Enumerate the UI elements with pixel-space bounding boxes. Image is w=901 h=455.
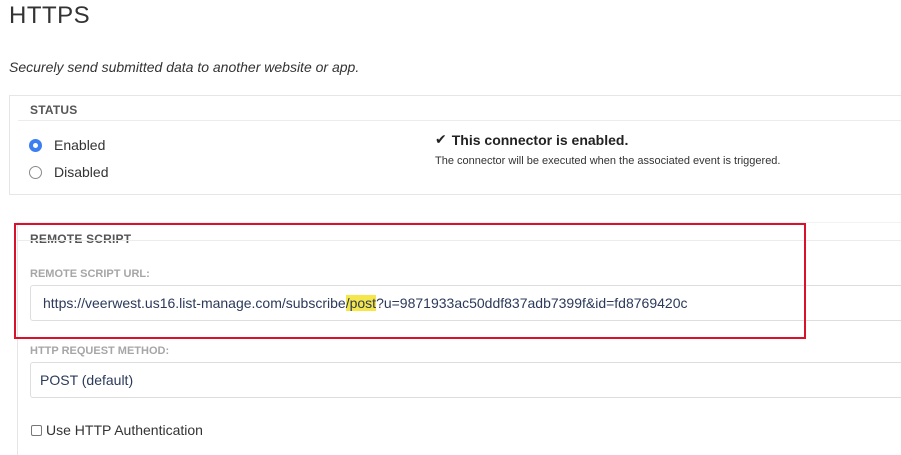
enabled-radio[interactable]	[29, 138, 42, 152]
http-auth-label: Use HTTP Authentication	[46, 422, 203, 438]
status-divider	[18, 120, 901, 121]
remote-script-url-label: REMOTE SCRIPT URL:	[30, 268, 150, 280]
url-text-after: ?u=9871933ac50ddf837adb7399f&id=fd876942…	[376, 295, 688, 311]
http-auth-checkbox[interactable]	[31, 424, 42, 436]
http-auth-option[interactable]: Use HTTP Authentication	[31, 422, 203, 438]
remote-script-legend: REMOTE SCRIPT	[30, 232, 132, 246]
remote-script-fieldset	[17, 222, 901, 455]
enabled-radio-label: Enabled	[54, 137, 106, 153]
http-request-method-select[interactable]: POST (default)	[30, 362, 901, 398]
remote-script-url-input[interactable]: https://veerwest.us16.list-manage.com/su…	[30, 285, 901, 321]
status-option-disabled[interactable]: Disabled	[29, 164, 108, 180]
remote-script-divider	[18, 240, 901, 241]
http-request-method-value: POST (default)	[40, 372, 134, 388]
page-subtitle: Securely send submitted data to another …	[9, 59, 360, 75]
disabled-radio-label: Disabled	[54, 164, 109, 180]
url-text-highlight: /post	[345, 295, 377, 311]
connector-status-message: ✔ This connector is enabled.	[435, 131, 628, 148]
url-text-before: https://veerwest.us16.list-manage.com/su…	[43, 295, 346, 311]
disabled-radio[interactable]	[29, 165, 42, 179]
status-message-detail: The connector will be executed when the …	[435, 155, 781, 167]
status-legend: STATUS	[30, 103, 78, 117]
http-request-method-label: HTTP REQUEST METHOD:	[30, 345, 170, 357]
connector-settings-page: HTTPS Securely send submitted data to an…	[0, 0, 901, 455]
status-option-enabled[interactable]: Enabled	[29, 137, 105, 153]
check-icon: ✔	[435, 131, 447, 147]
status-message-title: This connector is enabled.	[451, 131, 629, 148]
page-title: HTTPS	[9, 2, 91, 29]
